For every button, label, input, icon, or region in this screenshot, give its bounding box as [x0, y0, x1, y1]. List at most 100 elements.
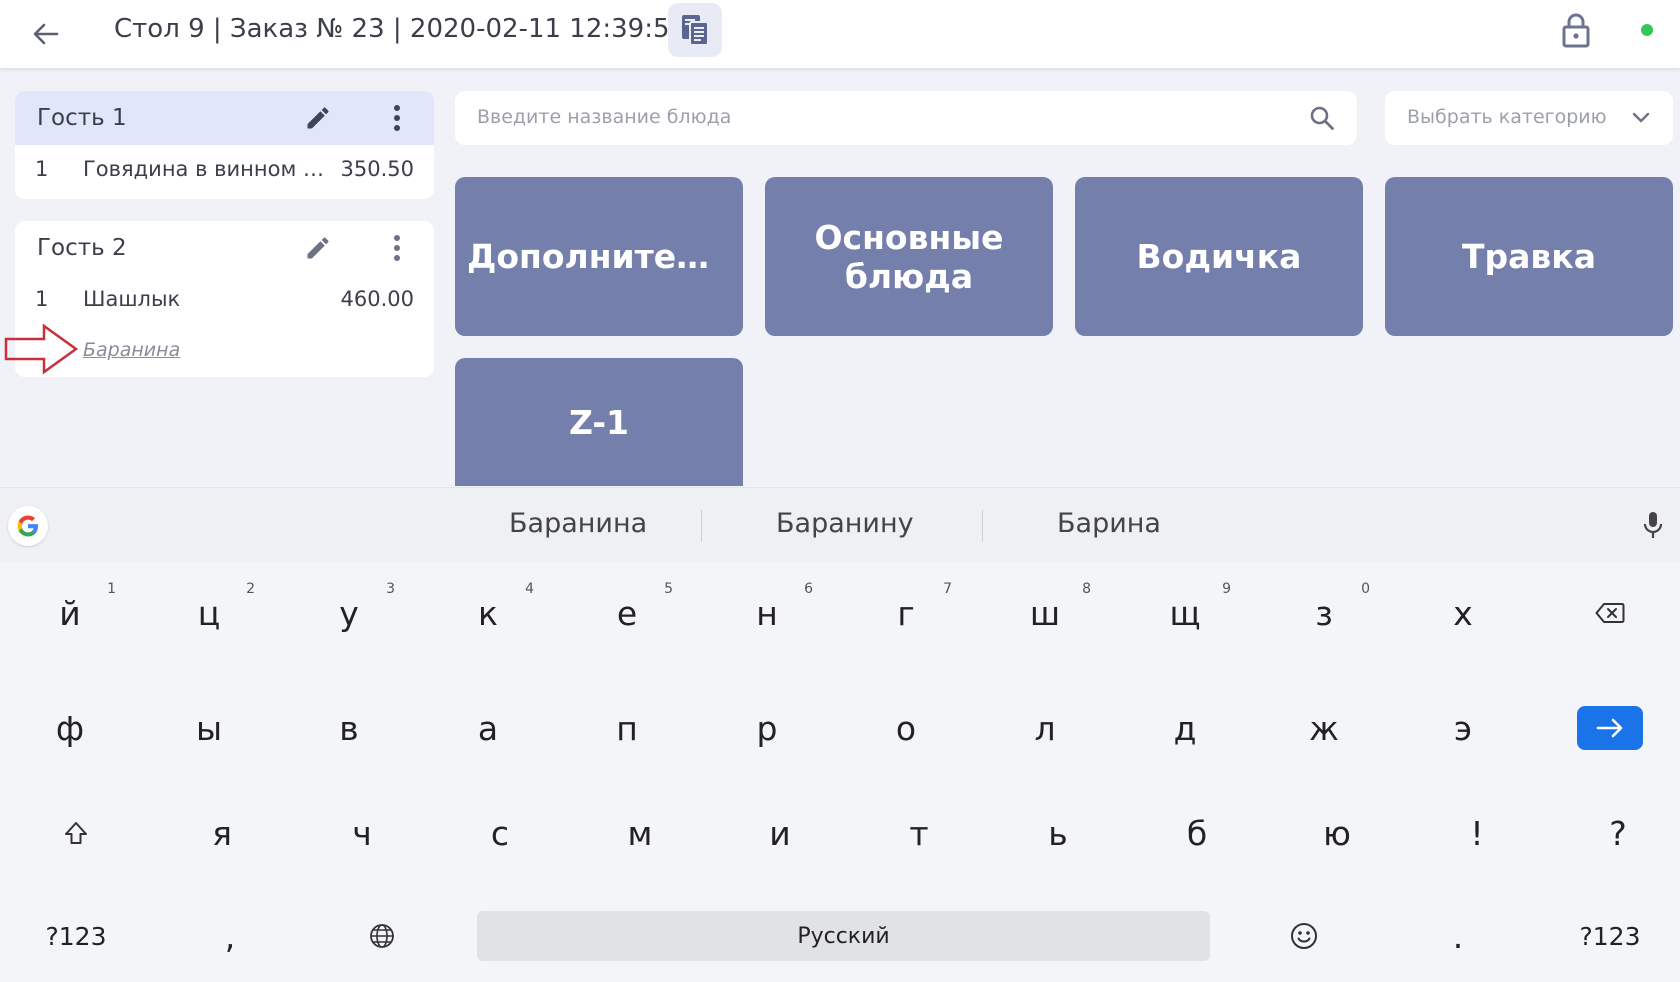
comma-key[interactable]: , — [170, 896, 290, 976]
key[interactable]: б — [1137, 793, 1257, 873]
suggestion-divider — [982, 510, 983, 542]
key[interactable]: ч — [302, 793, 422, 873]
pencil-icon — [307, 237, 329, 259]
category-tile-water[interactable]: Водичка — [1075, 177, 1363, 336]
online-status-indicator — [1641, 24, 1653, 36]
order-item-name: Говядина в винном с... — [83, 157, 333, 181]
key-hint: 1 — [107, 581, 116, 597]
key-label: щ — [1169, 593, 1201, 633]
key-label: ?123 — [1579, 921, 1641, 951]
key[interactable]: л — [985, 688, 1105, 768]
symbols-key[interactable]: ?123 — [1550, 896, 1670, 976]
key-hint: 5 — [664, 581, 673, 597]
space-key-label: Русский — [797, 923, 890, 949]
edit-guest-button[interactable] — [301, 101, 335, 135]
guest-header[interactable]: Гость 1 — [15, 91, 434, 145]
key[interactable]: щ9 — [1125, 573, 1245, 653]
receipt-button[interactable] — [668, 3, 722, 57]
order-item-row[interactable]: 1 Говядина в винном с... 350.50 — [15, 145, 434, 197]
key-label: ч — [352, 813, 372, 853]
key[interactable]: к4 — [428, 573, 548, 653]
key-label: я — [212, 813, 232, 853]
key[interactable]: ы — [149, 688, 269, 768]
key[interactable]: у3 — [289, 573, 409, 653]
key[interactable]: ц2 — [149, 573, 269, 653]
key[interactable]: д — [1125, 688, 1245, 768]
suggestion-2[interactable]: Баранину — [776, 508, 914, 539]
key[interactable]: х — [1403, 573, 1523, 653]
symbols-key[interactable]: ?123 — [16, 896, 136, 976]
key[interactable]: ? — [1558, 793, 1678, 873]
key[interactable]: я — [162, 793, 282, 873]
key-label: . — [1452, 916, 1464, 956]
key[interactable]: т — [859, 793, 979, 873]
category-tile-main-dishes[interactable]: Основные блюда — [765, 177, 1053, 336]
period-key[interactable]: . — [1398, 896, 1518, 976]
key[interactable]: ю — [1277, 793, 1397, 873]
key-label: ! — [1470, 813, 1484, 853]
key[interactable]: н6 — [707, 573, 827, 653]
category-tile-label: Водичка — [1136, 237, 1302, 276]
emoji-key[interactable] — [1244, 896, 1364, 976]
shift-key[interactable] — [16, 793, 136, 873]
key-label: , — [224, 916, 236, 956]
key[interactable]: п — [567, 688, 687, 768]
more-vertical-icon — [394, 105, 400, 131]
page-title: Стол 9 | Заказ № 23 | 2020-02-11 12:39:5… — [114, 14, 687, 44]
key[interactable]: р — [707, 688, 827, 768]
category-tile-label: Дополнительные — [467, 237, 731, 276]
lock-button[interactable] — [1556, 10, 1596, 50]
key[interactable]: а — [428, 688, 548, 768]
key-label: г — [897, 593, 915, 633]
key[interactable]: с — [440, 793, 560, 873]
item-modifier-link[interactable]: Баранина — [83, 339, 180, 361]
key[interactable]: й1 — [10, 573, 130, 653]
emoji-icon — [1291, 923, 1317, 949]
key-label: ю — [1323, 813, 1351, 853]
top-bar: Стол 9 | Заказ № 23 | 2020-02-11 12:39:5… — [0, 0, 1680, 68]
document-icon — [682, 15, 709, 46]
dish-search-input[interactable]: Введите название блюда — [455, 91, 1357, 145]
edit-guest-button[interactable] — [301, 231, 335, 265]
pencil-icon — [307, 107, 329, 129]
category-dropdown[interactable]: Выбрать категорию — [1385, 91, 1673, 145]
key[interactable]: и — [720, 793, 840, 873]
key-label: б — [1186, 813, 1208, 853]
key[interactable]: в — [289, 688, 409, 768]
key[interactable]: ш8 — [985, 573, 1105, 653]
guest-menu-button[interactable] — [387, 101, 407, 135]
key[interactable]: ж — [1264, 688, 1384, 768]
key[interactable]: э — [1403, 688, 1523, 768]
guest-menu-button[interactable] — [387, 231, 407, 265]
suggestion-3[interactable]: Барина — [1057, 508, 1161, 539]
key-label: р — [756, 708, 778, 748]
back-button[interactable] — [26, 14, 66, 54]
key[interactable]: е5 — [567, 573, 687, 653]
category-tile-z1[interactable]: Z-1 — [455, 358, 743, 486]
key[interactable]: ь — [998, 793, 1118, 873]
guest-header[interactable]: Гость 2 — [15, 221, 434, 275]
guest-card-1[interactable]: Гость 1 1 Говядина в винном с... 350.50 — [15, 91, 434, 199]
language-key[interactable] — [322, 896, 442, 976]
key[interactable]: з0 — [1264, 573, 1384, 653]
category-tile-herbs[interactable]: Травка — [1385, 177, 1673, 336]
category-tile-label: Травка — [1462, 237, 1596, 276]
order-item-price: 460.00 — [340, 287, 414, 311]
guest-name: Гость 2 — [37, 235, 127, 261]
key-hint: 8 — [1082, 581, 1091, 597]
on-screen-keyboard: Баранина Баранину Барина й1 ц2 у3 к4 е5 … — [0, 487, 1680, 982]
suggestion-1[interactable]: Баранина — [509, 508, 647, 539]
key[interactable]: м — [580, 793, 700, 873]
backspace-key[interactable] — [1550, 573, 1670, 653]
microphone-icon[interactable] — [1640, 510, 1666, 540]
key-label: й — [59, 593, 81, 633]
key[interactable]: ф — [10, 688, 130, 768]
key[interactable]: о — [846, 688, 966, 768]
space-key[interactable]: Русский — [477, 911, 1210, 961]
google-logo-icon[interactable] — [8, 506, 48, 546]
key[interactable]: г7 — [846, 573, 966, 653]
category-tile-additional[interactable]: Дополнительные — [455, 177, 743, 336]
key[interactable]: ! — [1417, 793, 1537, 873]
enter-key[interactable] — [1577, 706, 1643, 750]
order-item-row[interactable]: 1 Шашлык 460.00 — [15, 275, 434, 327]
